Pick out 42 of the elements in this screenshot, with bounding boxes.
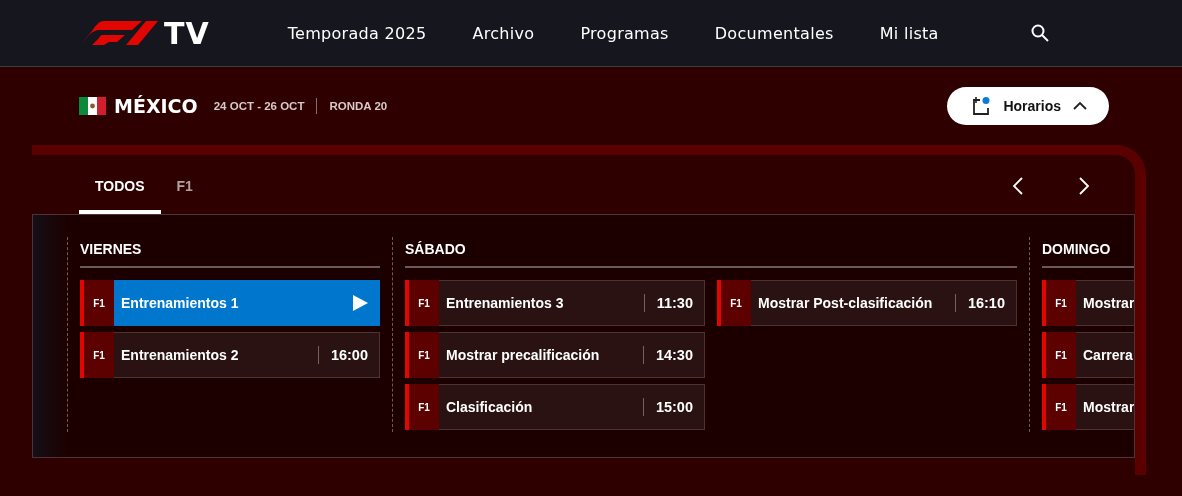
session-time: 15:00 [655, 399, 693, 415]
event-dates: 24 OCT - 26 OCT [213, 100, 305, 112]
caret-icon [1073, 101, 1087, 111]
round-label: RONDA 20 [329, 100, 388, 112]
session-title: Entrenamientos 3 [446, 295, 565, 311]
series-badge: F1 [1042, 384, 1076, 430]
mexico-flag-icon [79, 97, 106, 115]
series-badge: F1 [405, 332, 439, 378]
session-title: Mostrar [1083, 295, 1134, 311]
session-title: Entrenamientos 2 [121, 347, 240, 363]
session-title: Mostrar Post-clasificación [758, 295, 934, 311]
nav-link[interactable]: Mi lista [879, 23, 939, 43]
nav-link[interactable]: Archivo [472, 23, 535, 43]
nav-link[interactable]: Programas [580, 23, 669, 43]
calendar-add-icon [971, 96, 992, 116]
session-title: Carrera [1083, 347, 1134, 363]
day-heading: VIERNES [80, 237, 380, 268]
day-heading: DOMINGO [1042, 237, 1134, 268]
session-title: Mostrar precalificación [446, 347, 601, 363]
series-badge: F1 [1042, 332, 1076, 378]
schedule-button[interactable]: Horarios [947, 87, 1109, 125]
series-badge: F1 [1042, 280, 1076, 326]
day-heading: SÁBADO [405, 237, 1017, 268]
search-icon[interactable] [1030, 24, 1049, 42]
filter-tab[interactable]: F1 [160, 178, 209, 214]
session-time: 16:10 [967, 295, 1005, 311]
series-badge: F1 [80, 332, 114, 378]
session-time: 11:30 [656, 295, 693, 311]
nav-link[interactable]: Temporada 2025 [287, 23, 427, 43]
nav-link[interactable]: Documentales [714, 23, 834, 43]
session-time: 16:00 [330, 347, 368, 363]
series-badge: F1 [80, 280, 114, 326]
logo-text: TV [164, 15, 210, 51]
play-icon [352, 295, 368, 311]
session-title: Clasificación [446, 399, 534, 415]
series-badge: F1 [717, 280, 751, 326]
country-name: MÉXICO [114, 95, 198, 117]
series-badge: F1 [405, 384, 439, 430]
session-title: Mostrar [1083, 399, 1134, 415]
series-badge: F1 [405, 280, 439, 326]
session-time: 14:30 [655, 347, 693, 363]
session-title: Entrenamientos 1 [121, 295, 240, 311]
